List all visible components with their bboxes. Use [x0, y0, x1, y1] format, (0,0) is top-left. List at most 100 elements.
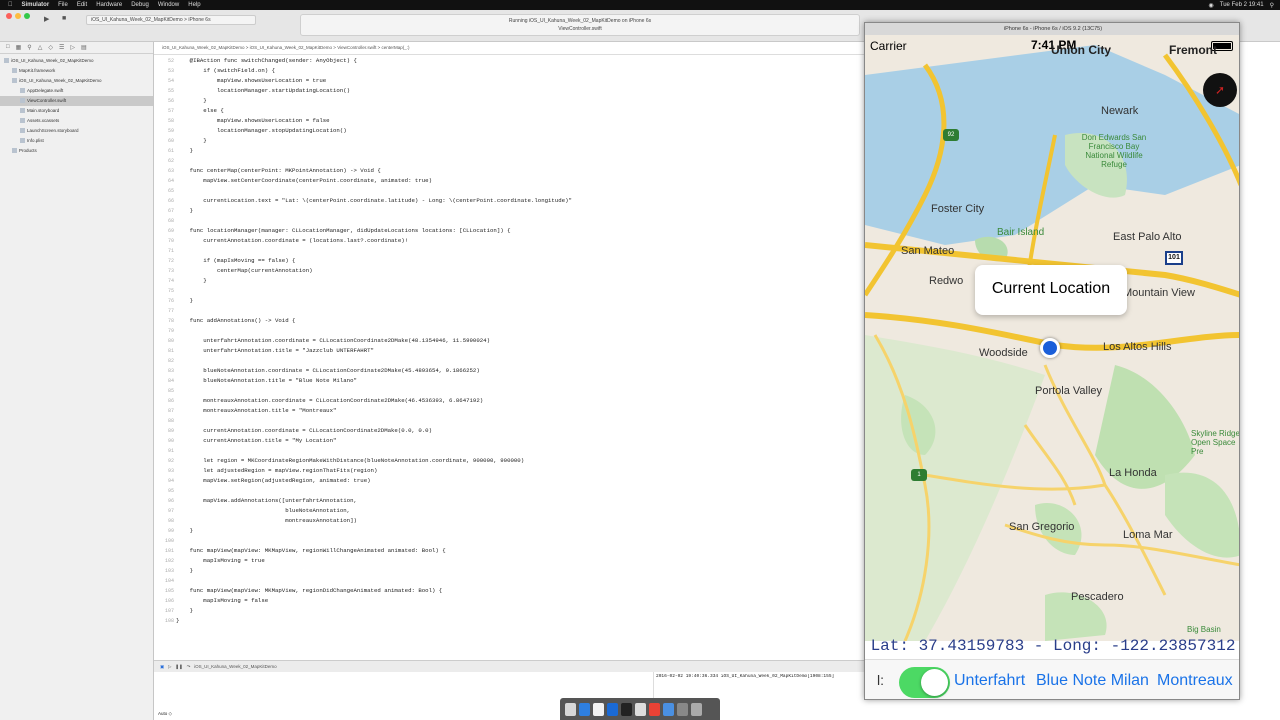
calendar-icon[interactable]: [593, 702, 604, 716]
auto-selector[interactable]: Auto ◇: [158, 711, 172, 717]
code-line[interactable]: @IBAction func switchChanged(sender: Any…: [176, 56, 856, 66]
code-line[interactable]: }: [176, 526, 856, 536]
code-line[interactable]: }: [176, 96, 856, 106]
code-line[interactable]: mapView.setCenterCoordinate(centerPoint.…: [176, 176, 856, 186]
code-line[interactable]: [176, 486, 856, 496]
zoom-window-button[interactable]: [24, 13, 30, 19]
map-view[interactable]: Carrier 7:41 PM Union City Fremont Newar…: [865, 35, 1239, 641]
breakpoints-icon[interactable]: ▷: [168, 664, 171, 669]
code-line[interactable]: [176, 156, 856, 166]
navigator-item[interactable]: LaunchScreen.storyboard: [0, 126, 153, 136]
menu-debug[interactable]: Debug: [131, 2, 149, 8]
code-line[interactable]: mapIsMoving = true: [176, 556, 856, 566]
code-line[interactable]: func mapView(mapView: MKMapView, regionW…: [176, 546, 856, 556]
close-window-button[interactable]: [6, 13, 12, 19]
montreaux-button[interactable]: Montreaux: [1157, 672, 1233, 690]
trash-icon[interactable]: [691, 702, 702, 716]
jump-bar[interactable]: iOS_UI_Kahuna_Week_02_MapKitDemo > iOS_U…: [154, 42, 864, 55]
code-line[interactable]: montreauxAnnotation.title = "Montreaux": [176, 406, 856, 416]
code-line[interactable]: [176, 326, 856, 336]
unterfahrt-button[interactable]: Unterfahrt: [954, 672, 1025, 690]
location-switch[interactable]: [899, 667, 950, 698]
code-line[interactable]: currentAnnotation.coordinate = CLLocatio…: [176, 426, 856, 436]
code-line[interactable]: func addAnnotations() -> Void {: [176, 316, 856, 326]
code-line[interactable]: [176, 576, 856, 586]
code-line[interactable]: [176, 536, 856, 546]
navigator-item[interactable]: iOS_UI_Kahuna_Week_02_MapKitDemo: [0, 56, 153, 66]
step-icon[interactable]: ↷: [187, 664, 191, 669]
code-line[interactable]: }: [176, 616, 856, 626]
code-line[interactable]: centerMap(currentAnnotation): [176, 266, 856, 276]
navigator-item[interactable]: iOS_UI_Kahuna_Week_02_MapKitDemo: [0, 76, 153, 86]
code-line[interactable]: unterfahrtAnnotation.title = "Jazzclub U…: [176, 346, 856, 356]
apple-icon[interactable]: : [8, 2, 13, 8]
source-code[interactable]: @IBAction func switchChanged(sender: Any…: [176, 56, 856, 660]
code-line[interactable]: mapView.setRegion(adjustedRegion, animat…: [176, 476, 856, 486]
navigator-item[interactable]: ViewController.swift: [0, 96, 153, 106]
report-icon[interactable]: ▤: [81, 44, 87, 51]
code-line[interactable]: mapIsMoving = false: [176, 596, 856, 606]
code-line[interactable]: mapView.showsUserLocation = true: [176, 76, 856, 86]
navigator-item[interactable]: Assets.xcassets: [0, 116, 153, 126]
code-line[interactable]: montreauxAnnotation]): [176, 516, 856, 526]
menu-window[interactable]: Window: [158, 2, 179, 8]
code-line[interactable]: [176, 216, 856, 226]
search-icon[interactable]: ⚲: [1270, 2, 1274, 9]
code-line[interactable]: blueNoteAnnotation,: [176, 506, 856, 516]
code-line[interactable]: }: [176, 146, 856, 156]
navigator-item[interactable]: Info.plist: [0, 136, 153, 146]
simulator-icon[interactable]: [635, 702, 646, 716]
minimize-window-button[interactable]: [15, 13, 21, 19]
menu-help[interactable]: Help: [188, 2, 200, 8]
code-line[interactable]: let adjustedRegion = mapView.regionThatF…: [176, 466, 856, 476]
code-line[interactable]: locationManager.startUpdatingLocation(): [176, 86, 856, 96]
run-icon[interactable]: ▶: [44, 15, 49, 25]
scheme-selector[interactable]: iOS_UI_Kahuna_Week_02_MapKitDemo > iPhon…: [86, 15, 256, 25]
menu-simulator[interactable]: Simulator: [22, 2, 50, 8]
code-line[interactable]: currentAnnotation.coordinate = (location…: [176, 236, 856, 246]
code-line[interactable]: blueNoteAnnotation.title = "Blue Note Mi…: [176, 376, 856, 386]
code-line[interactable]: currentLocation.text = "Lat: \(centerPoi…: [176, 196, 856, 206]
chrome-icon[interactable]: [649, 702, 660, 716]
safari-icon[interactable]: [579, 702, 590, 716]
code-line[interactable]: [176, 246, 856, 256]
finder-icon[interactable]: [565, 702, 576, 716]
user-location-icon[interactable]: [1040, 338, 1060, 358]
code-line[interactable]: }: [176, 566, 856, 576]
menu-hardware[interactable]: Hardware: [96, 2, 122, 8]
navigator-item[interactable]: Products: [0, 146, 153, 156]
navigator-item[interactable]: MapKit.framework: [0, 66, 153, 76]
code-line[interactable]: [176, 356, 856, 366]
code-line[interactable]: }: [176, 206, 856, 216]
navigator-item[interactable]: AppDelegate.swift: [0, 86, 153, 96]
code-line[interactable]: func centerMap(centerPoint: MKPointAnnot…: [176, 166, 856, 176]
menubar-clock[interactable]: Tue Feb 2 19:41: [1220, 2, 1264, 8]
code-line[interactable]: let region = MKCoordinateRegionMakeWithD…: [176, 456, 856, 466]
find-icon[interactable]: ⚲: [27, 44, 31, 51]
code-editor[interactable]: iOS_UI_Kahuna_Week_02_MapKitDemo > iOS_U…: [154, 42, 864, 660]
code-line[interactable]: [176, 306, 856, 316]
code-line[interactable]: [176, 386, 856, 396]
terminal-icon[interactable]: [621, 702, 632, 716]
code-line[interactable]: if (switchField.on) {: [176, 66, 856, 76]
preferences-icon[interactable]: [677, 702, 688, 716]
code-line[interactable]: func mapView(mapView: MKMapView, regionD…: [176, 586, 856, 596]
code-line[interactable]: if (mapIsMoving == false) {: [176, 256, 856, 266]
code-line[interactable]: else {: [176, 106, 856, 116]
code-line[interactable]: [176, 416, 856, 426]
debug-icon[interactable]: ☰: [59, 44, 64, 51]
issue-icon[interactable]: △: [38, 44, 43, 51]
menu-edit[interactable]: Edit: [77, 2, 87, 8]
debug-toggle-icon[interactable]: ▣: [160, 664, 164, 669]
current-location-callout[interactable]: Current Location: [975, 265, 1127, 315]
code-line[interactable]: mapView.showsUserLocation = false: [176, 116, 856, 126]
symbol-icon[interactable]: ▦: [16, 44, 22, 51]
wifi-icon[interactable]: ◉: [1209, 2, 1214, 9]
compass-icon[interactable]: ➚: [1203, 73, 1237, 107]
test-icon[interactable]: ◇: [48, 44, 53, 51]
breakpoint-icon[interactable]: ▷: [70, 44, 75, 51]
menu-file[interactable]: File: [58, 2, 68, 8]
code-line[interactable]: }: [176, 606, 856, 616]
code-line[interactable]: }: [176, 136, 856, 146]
folder-icon[interactable]: □: [6, 44, 10, 51]
